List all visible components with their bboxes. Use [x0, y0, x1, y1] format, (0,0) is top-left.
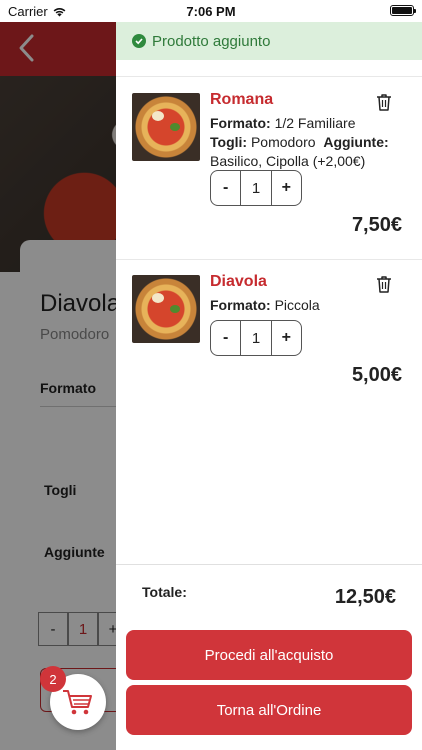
divider: [116, 259, 422, 260]
shopping-cart-icon: [63, 690, 92, 715]
togli-label: Togli:: [210, 134, 248, 150]
battery-icon: [390, 5, 416, 16]
formato-value: 1/2 Familiare: [274, 115, 356, 131]
aggiunte-label: Aggiunte:: [323, 134, 389, 150]
formato-label: Formato:: [210, 115, 271, 131]
status-bar: Carrier 7:06 PM: [0, 0, 422, 22]
back-to-order-button[interactable]: Torna all'Ordine: [126, 685, 412, 735]
cart-count-badge: 2: [40, 666, 66, 692]
quantity-value: 1: [240, 171, 272, 205]
item-options: Formato: Piccola: [210, 296, 410, 315]
success-toast: Prodotto aggiunto: [116, 22, 422, 60]
item-price: 7,50€: [351, 214, 402, 236]
formato-value: Piccola: [274, 297, 320, 313]
quantity-stepper: - 1 +: [210, 320, 302, 356]
decrement-button[interactable]: -: [211, 171, 240, 205]
decrement-button[interactable]: -: [211, 321, 240, 355]
formato-label: Formato:: [210, 297, 271, 313]
cart-drawer: Prodotto aggiunto Romana Formato: 1/2 Fa…: [116, 22, 422, 750]
item-price: 5,00€: [351, 364, 402, 386]
check-circle-icon: [132, 34, 146, 48]
checkout-button[interactable]: Procedi all'acquisto: [126, 630, 412, 680]
total-value: 12,50€: [334, 586, 396, 608]
item-name: Diavola: [210, 273, 267, 290]
increment-button[interactable]: +: [272, 171, 301, 205]
toast-message: Prodotto aggiunto: [152, 32, 271, 50]
total-label: Totale:: [142, 584, 187, 600]
aggiunte-value: Basilico, Cipolla (+2,00€): [210, 153, 366, 169]
trash-icon[interactable]: [376, 93, 392, 111]
quantity-value: 1: [240, 321, 272, 355]
togli-value: Pomodoro: [250, 134, 316, 150]
trash-icon[interactable]: [376, 275, 392, 293]
clock: 7:06 PM: [186, 4, 236, 19]
item-name: Romana: [210, 91, 274, 108]
divider: [116, 564, 422, 565]
pizza-image: [132, 275, 200, 343]
quantity-stepper: - 1 +: [210, 170, 302, 206]
divider: [116, 76, 422, 77]
pizza-image: [132, 93, 200, 161]
item-options: Formato: 1/2 Familiare Togli: Pomodoro A…: [210, 114, 410, 171]
increment-button[interactable]: +: [272, 321, 301, 355]
